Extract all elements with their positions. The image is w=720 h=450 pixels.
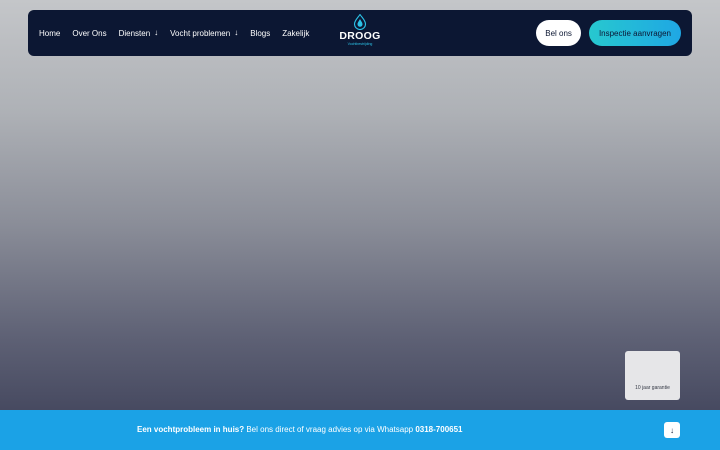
nav-item-home[interactable]: Home [39,29,60,38]
scroll-down-button[interactable]: ↓ [664,422,680,438]
nav-item-label: Zakelijk [282,28,310,38]
contact-banner-text: Een vochtprobleem in huis? Bel ons direc… [137,425,462,434]
nav-item-blogs[interactable]: Blogs [250,29,270,38]
nav-item-zakelijk[interactable]: Zakelijk [282,29,309,38]
call-button[interactable]: Bel ons [536,20,581,46]
main-navbar: Home Over Ons Diensten ↓ Vocht problemen… [28,10,692,56]
arrow-down-icon: ↓ [670,425,674,435]
nav-item-label: Diensten [118,28,151,38]
arrow-down-icon: ↓ [234,28,239,37]
guarantee-card: 10 jaar garantie [625,351,680,400]
nav-links: Home Over Ons Diensten ↓ Vocht problemen… [39,29,321,38]
contact-banner-body: Bel ons direct of vraag advies op via Wh… [244,425,416,434]
request-inspection-button[interactable]: Inspectie aanvragen [588,20,681,46]
contact-banner-lead: Een vochtprobleem in huis? [137,425,245,434]
arrow-down-icon: ↓ [154,28,159,37]
phone-link[interactable]: 0318-700651 [415,425,462,434]
brand-logo[interactable]: DROOG Vochtbestrijding [338,14,382,46]
nav-item-label: Vocht problemen [170,28,231,38]
logo-subtitle: Vochtbestrijding [347,41,373,46]
nav-item-vocht-problemen[interactable]: Vocht problemen ↓ [170,29,238,38]
contact-banner: Een vochtprobleem in huis? Bel ons direc… [0,410,720,450]
nav-item-diensten[interactable]: Diensten ↓ [119,29,159,38]
nav-item-over-ons[interactable]: Over Ons [72,29,106,38]
nav-item-label: Home [39,28,61,38]
nav-item-label: Over Ons [72,28,107,38]
guarantee-label: 10 jaar garantie [635,385,670,391]
nav-cta-group: Bel ons Inspectie aanvragen [536,20,681,46]
logo-wordmark: DROOG [339,30,381,42]
water-drop-icon [353,14,367,30]
nav-item-label: Blogs [250,28,271,38]
